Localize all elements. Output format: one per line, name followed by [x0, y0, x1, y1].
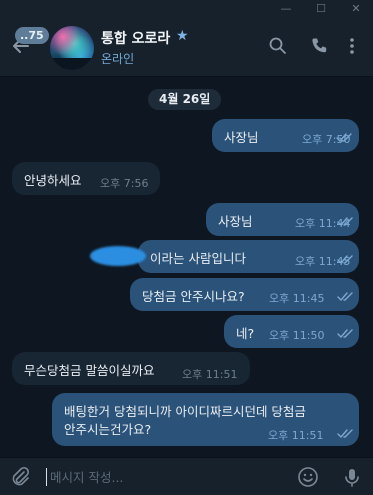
online-status: 온라인: [101, 52, 135, 66]
avatar[interactable]: [50, 26, 94, 70]
double-check-icon: [337, 292, 353, 302]
emoji-icon[interactable]: [297, 466, 319, 488]
window-titlebar: — ☐ ✕: [0, 0, 373, 18]
double-check-icon: [337, 217, 353, 227]
chat-header: ..75 통합 오로라 ★ 온라인: [0, 18, 373, 77]
message-bubble-outgoing[interactable]: 배팅한거 당첨되니까 아이디짜르시던데 당첨금 안주시는건가요? 오후 11:5…: [52, 393, 359, 446]
attach-paperclip-icon[interactable]: [9, 466, 31, 488]
phone-icon[interactable]: [309, 36, 329, 56]
double-check-icon: [336, 133, 352, 143]
message-bubble-outgoing[interactable]: 네? 오후 11:50: [224, 315, 359, 348]
message-text: 네?: [236, 326, 255, 341]
minimize-button[interactable]: —: [273, 0, 299, 18]
message-text: 무슨당첨금 말씀이실까요: [24, 363, 155, 378]
message-time: 오후 11:45: [269, 292, 325, 305]
search-icon[interactable]: [268, 36, 288, 56]
message-text-line1: 배팅한거 당첨되니까 아이디짜르시던데 당첨금: [64, 404, 306, 419]
date-separator: 4월 26일: [148, 89, 222, 110]
double-check-icon: [337, 329, 353, 339]
message-input[interactable]: [50, 467, 280, 487]
message-bubble-incoming[interactable]: 무슨당첨금 말씀이실까요 오후 11:51: [12, 352, 250, 385]
double-check-icon: [337, 255, 353, 265]
redaction-mark: [90, 246, 146, 266]
message-text: 사장님: [218, 214, 253, 229]
chat-title[interactable]: 통합 오로라: [101, 28, 170, 48]
maximize-button[interactable]: ☐: [308, 0, 334, 18]
unread-count-badge: ..75: [15, 27, 49, 44]
message-time: 오후 11:51: [268, 429, 324, 442]
text-caret: [46, 468, 47, 486]
message-text: 안녕하세요: [24, 173, 82, 188]
more-options-icon[interactable]: [342, 36, 362, 56]
message-time: 오후 11:50: [269, 329, 325, 342]
microphone-icon[interactable]: [341, 466, 363, 488]
message-bubble-outgoing[interactable]: 당첨금 안주시나요? 오후 11:45: [130, 278, 359, 311]
message-text-line2: 안주시는건가요?: [64, 422, 152, 437]
message-bubble-incoming[interactable]: 안녕하세요 오후 7:56: [12, 162, 160, 195]
message-time: 오후 11:51: [182, 368, 238, 381]
double-check-icon: [337, 429, 353, 439]
message-time: 오후 7:56: [100, 177, 149, 190]
message-text: 이라는 사람입니다: [150, 251, 246, 266]
message-bubble-outgoing[interactable]: 사장님 오후 7:50: [212, 119, 359, 152]
message-text: 당첨금 안주시나요?: [142, 289, 245, 304]
message-composer: [0, 457, 373, 495]
star-icon: ★: [176, 28, 189, 44]
message-text: 사장님: [224, 130, 259, 145]
message-bubble-outgoing[interactable]: 사장님 오후 11:44: [206, 203, 359, 236]
close-button[interactable]: ✕: [343, 0, 369, 18]
message-bubble-outgoing[interactable]: 이라는 사람입니다 오후 11:45: [138, 240, 359, 273]
